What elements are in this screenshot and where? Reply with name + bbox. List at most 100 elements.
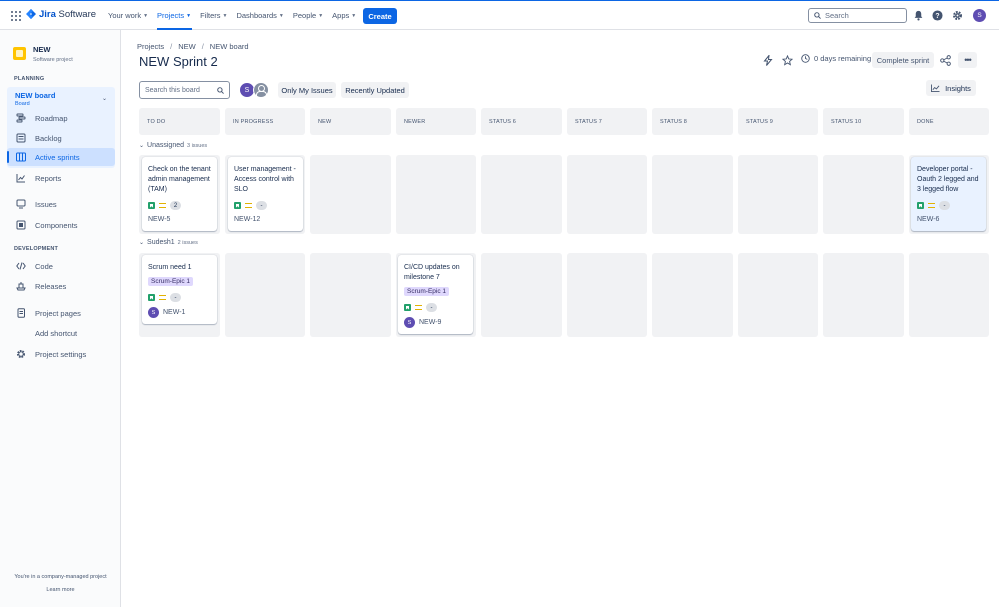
- days-remaining-text: 0 days remaining: [814, 54, 871, 63]
- story-points-badge: 2: [170, 201, 181, 210]
- sidebar-item-project-pages[interactable]: Project pages: [7, 304, 115, 322]
- chevron-down-icon: ▼: [223, 13, 228, 19]
- issue-meta: -: [404, 303, 437, 312]
- issue-summary: Check on the tenant admin management (TA…: [148, 165, 212, 195]
- create-button[interactable]: Create: [363, 8, 397, 24]
- search-placeholder: Search: [825, 11, 849, 20]
- column-header-todo: TO DO: [139, 108, 220, 135]
- column-header-in-progress: IN PROGRESS: [225, 108, 305, 135]
- board-search-input[interactable]: Search this board: [139, 81, 230, 99]
- issue-summary: Developer portal - Oauth 2 legged and 3 …: [917, 165, 981, 195]
- sidebar-item-roadmap[interactable]: Roadmap: [7, 109, 115, 127]
- chevron-down-icon: ▼: [186, 13, 191, 19]
- issue-card-new-6[interactable]: Developer portal - Oauth 2 legged and 3 …: [911, 157, 986, 231]
- priority-medium-icon: [159, 295, 166, 300]
- issue-key[interactable]: S NEW-9: [404, 317, 441, 328]
- priority-medium-icon: [928, 203, 935, 208]
- chevron-down-icon: ▼: [143, 13, 148, 19]
- issue-card-new-1[interactable]: Scrum need 1 Scrum-Epic 1 - S NEW-1: [142, 255, 217, 324]
- breadcrumb-board[interactable]: NEW board: [210, 42, 249, 51]
- nav-filters[interactable]: Filters▼: [200, 1, 232, 30]
- breadcrumb-project[interactable]: NEW: [178, 42, 196, 51]
- board-cell: [310, 253, 391, 337]
- column-header-done: DONE: [909, 108, 989, 135]
- chevron-down-icon: ⌄: [139, 239, 144, 246]
- sidebar-item-components[interactable]: Components: [7, 216, 115, 234]
- gear-icon: [15, 349, 26, 360]
- board-cell: [225, 253, 305, 337]
- issue-key[interactable]: NEW-5: [148, 216, 170, 223]
- board-name[interactable]: NEW board: [15, 91, 55, 100]
- sidebar-item-releases[interactable]: Releases: [7, 277, 115, 295]
- star-icon[interactable]: [782, 55, 793, 66]
- global-search-input[interactable]: Search: [808, 8, 907, 23]
- profile-avatar[interactable]: S: [973, 9, 986, 22]
- jira-logo[interactable]: Jira Software: [26, 9, 96, 20]
- story-points-badge: -: [256, 201, 267, 210]
- chevron-down-icon[interactable]: ⌄: [102, 95, 107, 102]
- notifications-icon[interactable]: [913, 10, 924, 21]
- sidebar-item-project-settings[interactable]: Project settings: [7, 345, 115, 363]
- nav-apps[interactable]: Apps▼: [332, 1, 361, 30]
- swimlane-header-unassigned[interactable]: ⌄ Unassigned 3 issues: [139, 142, 207, 149]
- sprint-days-remaining: 0 days remaining: [801, 54, 871, 63]
- issue-card-new-12[interactable]: User management - Access control with SL…: [228, 157, 303, 231]
- sidebar-item-label: Backlog: [35, 134, 62, 143]
- sidebar-item-add-shortcut[interactable]: Add shortcut: [7, 324, 115, 342]
- chevron-down-icon: ⌄: [139, 142, 144, 149]
- column-header-status-6: STATUS 6: [481, 108, 562, 135]
- board-cell: [396, 155, 476, 234]
- board-cell: [481, 155, 562, 234]
- nav-projects[interactable]: Projects▼: [157, 1, 196, 30]
- page-title: NEW Sprint 2: [139, 54, 218, 69]
- swimlane-name: Sudesh1: [147, 239, 175, 246]
- epic-label[interactable]: Scrum-Epic 1: [404, 287, 449, 296]
- lightning-icon[interactable]: [763, 55, 773, 66]
- issue-meta: -: [917, 201, 950, 210]
- settings-gear-icon[interactable]: [952, 10, 963, 21]
- project-sidebar: NEW Software project PLANNING NEW board …: [0, 30, 121, 607]
- recently-updated-filter[interactable]: Recently Updated: [341, 82, 409, 98]
- only-my-issues-filter[interactable]: Only My Issues: [278, 82, 336, 98]
- sidebar-item-issues[interactable]: Issues: [7, 195, 115, 213]
- issue-key[interactable]: NEW-6: [917, 216, 939, 223]
- swimlane-name: Unassigned: [147, 142, 184, 149]
- issue-summary: CI/CD updates on milestone 7: [404, 263, 468, 283]
- chevron-down-icon: ▼: [279, 13, 284, 19]
- search-icon: [217, 87, 224, 94]
- issue-card-new-5[interactable]: Check on the tenant admin management (TA…: [142, 157, 217, 231]
- project-header[interactable]: NEW Software project: [13, 45, 73, 63]
- swimlane-header-sudesh1[interactable]: ⌄ Sudesh1 2 issues: [139, 239, 198, 246]
- story-icon: [917, 202, 924, 209]
- epic-label[interactable]: Scrum-Epic 1: [148, 277, 193, 286]
- nav-dashboards[interactable]: Dashboards▼: [236, 1, 288, 30]
- learn-more-link[interactable]: Learn more: [0, 587, 121, 593]
- sidebar-item-label: Issues: [35, 200, 57, 209]
- sidebar-item-reports[interactable]: Reports: [7, 169, 115, 187]
- more-actions-button[interactable]: •••: [958, 52, 977, 68]
- add-shortcut-icon: [15, 328, 26, 339]
- complete-sprint-button[interactable]: Complete sprint: [872, 52, 934, 68]
- nav-your-work[interactable]: Your work▼: [108, 1, 153, 30]
- breadcrumb-separator: /: [170, 42, 172, 51]
- company-managed-note: You're in a company-managed project: [0, 574, 121, 580]
- development-section-label: DEVELOPMENT: [14, 246, 58, 252]
- insights-button[interactable]: Insights: [926, 80, 976, 96]
- clock-icon: [801, 54, 810, 63]
- breadcrumb-projects[interactable]: Projects: [137, 42, 164, 51]
- sidebar-item-backlog[interactable]: Backlog: [7, 129, 115, 147]
- share-icon[interactable]: [940, 55, 951, 66]
- sidebar-item-label: Roadmap: [35, 114, 68, 123]
- nav-people[interactable]: People▼: [293, 1, 328, 30]
- help-icon[interactable]: ?: [932, 10, 943, 21]
- issue-key[interactable]: NEW-12: [234, 216, 260, 223]
- insights-label: Insights: [945, 84, 971, 93]
- app-switcher-icon[interactable]: [11, 11, 21, 21]
- story-points-badge: -: [170, 293, 181, 302]
- issue-card-new-9[interactable]: CI/CD updates on milestone 7 Scrum-Epic …: [398, 255, 473, 334]
- issue-key[interactable]: S NEW-1: [148, 307, 185, 318]
- unassigned-filter-avatar-icon[interactable]: [253, 82, 269, 98]
- sidebar-item-code[interactable]: Code: [7, 257, 115, 275]
- breadcrumb: Projects / NEW / NEW board: [137, 42, 249, 51]
- sidebar-item-active-sprints[interactable]: Active sprints: [7, 148, 115, 166]
